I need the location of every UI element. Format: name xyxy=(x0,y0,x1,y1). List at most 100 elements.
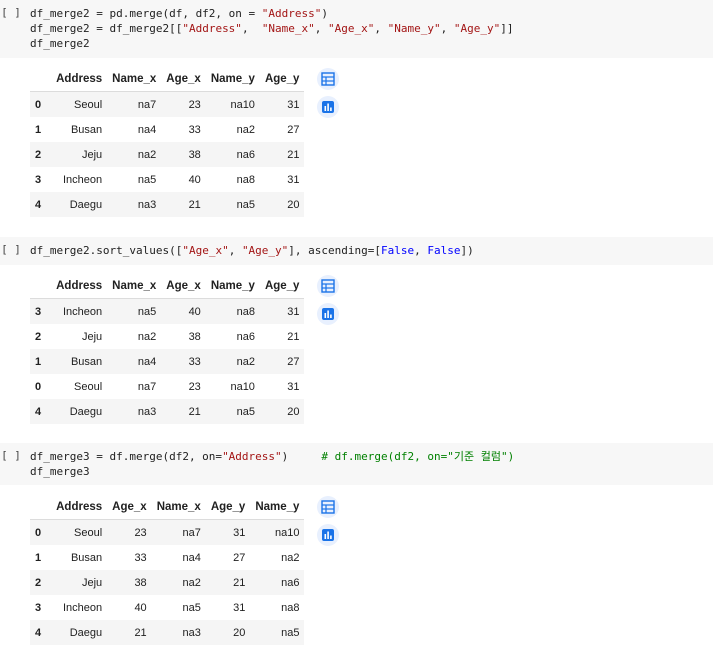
code-token: "Age_y" xyxy=(241,244,289,257)
table-icon[interactable] xyxy=(317,68,339,90)
code-token: df_merge3 xyxy=(30,465,90,478)
code-line: df_merge2 = pd.merge(df, df2, on = "Addr… xyxy=(30,6,514,21)
code-token: "Address" xyxy=(261,7,322,20)
row-index: 3 xyxy=(30,167,52,192)
table-cell: na8 xyxy=(250,595,305,620)
chart-suggest-icon[interactable] xyxy=(317,303,339,325)
table-row: 3 Incheon na5 40 na8 31 xyxy=(30,298,305,324)
row-index: 0 xyxy=(30,374,52,399)
code-token: , xyxy=(414,244,428,257)
table-icon[interactable] xyxy=(317,496,339,518)
table-row: 0 Seoul na7 23 na10 31 xyxy=(30,91,305,117)
code-token: False xyxy=(381,244,415,257)
column-header: Age_x xyxy=(161,273,206,299)
code-token: "Age_y" xyxy=(453,22,501,35)
table-cell: 38 xyxy=(107,570,152,595)
code-cell-2[interactable]: [ ] df_merge2.sort_values(["Age_x", "Age… xyxy=(0,237,713,265)
column-header: Name_x xyxy=(107,66,162,92)
table-row: 4 Daegu 21 na3 20 na5 xyxy=(30,620,305,645)
table-row: 4 Daegu na3 21 na5 20 xyxy=(30,399,305,424)
code-editor[interactable]: df_merge2.sort_values(["Age_x", "Age_y"]… xyxy=(30,243,474,258)
code-editor[interactable]: df_merge3 = df.merge(df2, on="Address") … xyxy=(30,449,514,479)
table-cell: na5 xyxy=(205,192,260,217)
code-token: ], ascending=[ xyxy=(288,244,382,257)
code-token: df_merge2 = pd.merge(df, df2, on = xyxy=(30,7,262,20)
code-token: , xyxy=(228,244,242,257)
row-index: 2 xyxy=(30,142,52,167)
table-cell: na7 xyxy=(107,91,162,117)
table-cell: Incheon xyxy=(51,298,108,324)
table-cell: 40 xyxy=(107,595,152,620)
table-cell: 38 xyxy=(161,324,206,349)
table-cell: na6 xyxy=(205,324,260,349)
table-cell: na4 xyxy=(107,117,162,142)
table-cell: na5 xyxy=(107,167,162,192)
table-header-row: Address Age_x Name_x Age_y Name_y xyxy=(30,494,305,520)
table-cell: na2 xyxy=(151,570,206,595)
table-cell: na10 xyxy=(205,91,260,117)
column-header xyxy=(30,273,52,299)
column-header xyxy=(30,494,52,520)
row-index: 1 xyxy=(30,117,52,142)
code-token: ) xyxy=(321,7,329,20)
table-row: 1 Busan na4 33 na2 27 xyxy=(30,349,305,374)
table-cell: na8 xyxy=(205,298,260,324)
table-row: 3 Incheon 40 na5 31 na8 xyxy=(30,595,305,620)
table-cell: na5 xyxy=(107,298,162,324)
row-index: 4 xyxy=(30,192,52,217)
column-header: Name_y xyxy=(250,494,305,520)
table-row: 2 Jeju 38 na2 21 na6 xyxy=(30,570,305,595)
table-cell: na2 xyxy=(205,349,260,374)
table-cell: 27 xyxy=(205,545,251,570)
table-cell: 33 xyxy=(161,349,206,374)
code-cell-1[interactable]: [ ] df_merge2 = pd.merge(df, df2, on = "… xyxy=(0,0,713,58)
code-token: df_merge2.sort_values([ xyxy=(30,244,183,257)
table-cell: na8 xyxy=(205,167,260,192)
code-line: df_merge2.sort_values(["Age_x", "Age_y"]… xyxy=(30,243,474,258)
row-index: 1 xyxy=(30,349,52,374)
code-line: df_merge3 xyxy=(30,464,514,479)
table-cell: Busan xyxy=(51,117,108,142)
chart-suggest-icon[interactable] xyxy=(317,524,339,546)
column-header: Age_y xyxy=(259,66,305,92)
output-table: Address Name_x Age_x Name_y Age_y 0 Seoul na7 23… xyxy=(30,66,305,217)
table-cell: 21 xyxy=(259,142,305,167)
code-token: , xyxy=(374,22,388,35)
column-header: Address xyxy=(51,66,108,92)
table-cell: 23 xyxy=(107,519,152,545)
table-header-row: Address Name_x Age_x Name_y Age_y xyxy=(30,273,305,299)
row-index: 2 xyxy=(30,570,52,595)
code-editor[interactable]: df_merge2 = pd.merge(df, df2, on = "Addr… xyxy=(30,6,514,51)
table-cell: Jeju xyxy=(51,570,108,595)
code-cell-3[interactable]: [ ] df_merge3 = df.merge(df2, on="Addres… xyxy=(0,443,713,485)
column-header: Address xyxy=(51,494,108,520)
table-cell: 23 xyxy=(161,374,206,399)
code-token: df_merge3 = df.merge(df2, on= xyxy=(30,450,223,463)
table-cell: na3 xyxy=(107,192,162,217)
table-cell: Busan xyxy=(51,349,108,374)
code-token: , xyxy=(314,22,329,35)
table-cell: 31 xyxy=(259,91,305,117)
table-row: 0 Seoul na7 23 na10 31 xyxy=(30,374,305,399)
table-icon[interactable] xyxy=(317,275,339,297)
table-cell: 40 xyxy=(161,167,206,192)
chart-suggest-icon[interactable] xyxy=(317,96,339,118)
table-cell: 21 xyxy=(259,324,305,349)
table-cell: 31 xyxy=(259,298,305,324)
table-cell: Seoul xyxy=(51,374,108,399)
table-cell: Daegu xyxy=(51,192,108,217)
table-cell: na10 xyxy=(205,374,260,399)
row-index: 0 xyxy=(30,91,52,117)
code-token: "Age_x" xyxy=(328,22,375,35)
table-cell: 23 xyxy=(161,91,206,117)
row-index: 2 xyxy=(30,324,52,349)
row-index: 3 xyxy=(30,595,52,620)
code-token: "Age_x" xyxy=(182,244,229,257)
table-row: 2 Jeju na2 38 na6 21 xyxy=(30,142,305,167)
run-cell-button[interactable]: [ ] xyxy=(0,243,22,256)
row-index: 4 xyxy=(30,620,52,645)
run-cell-button[interactable]: [ ] xyxy=(0,6,22,19)
table-row: 1 Busan 33 na4 27 na2 xyxy=(30,545,305,570)
run-cell-button[interactable]: [ ] xyxy=(0,449,22,462)
table-cell: 20 xyxy=(259,192,305,217)
